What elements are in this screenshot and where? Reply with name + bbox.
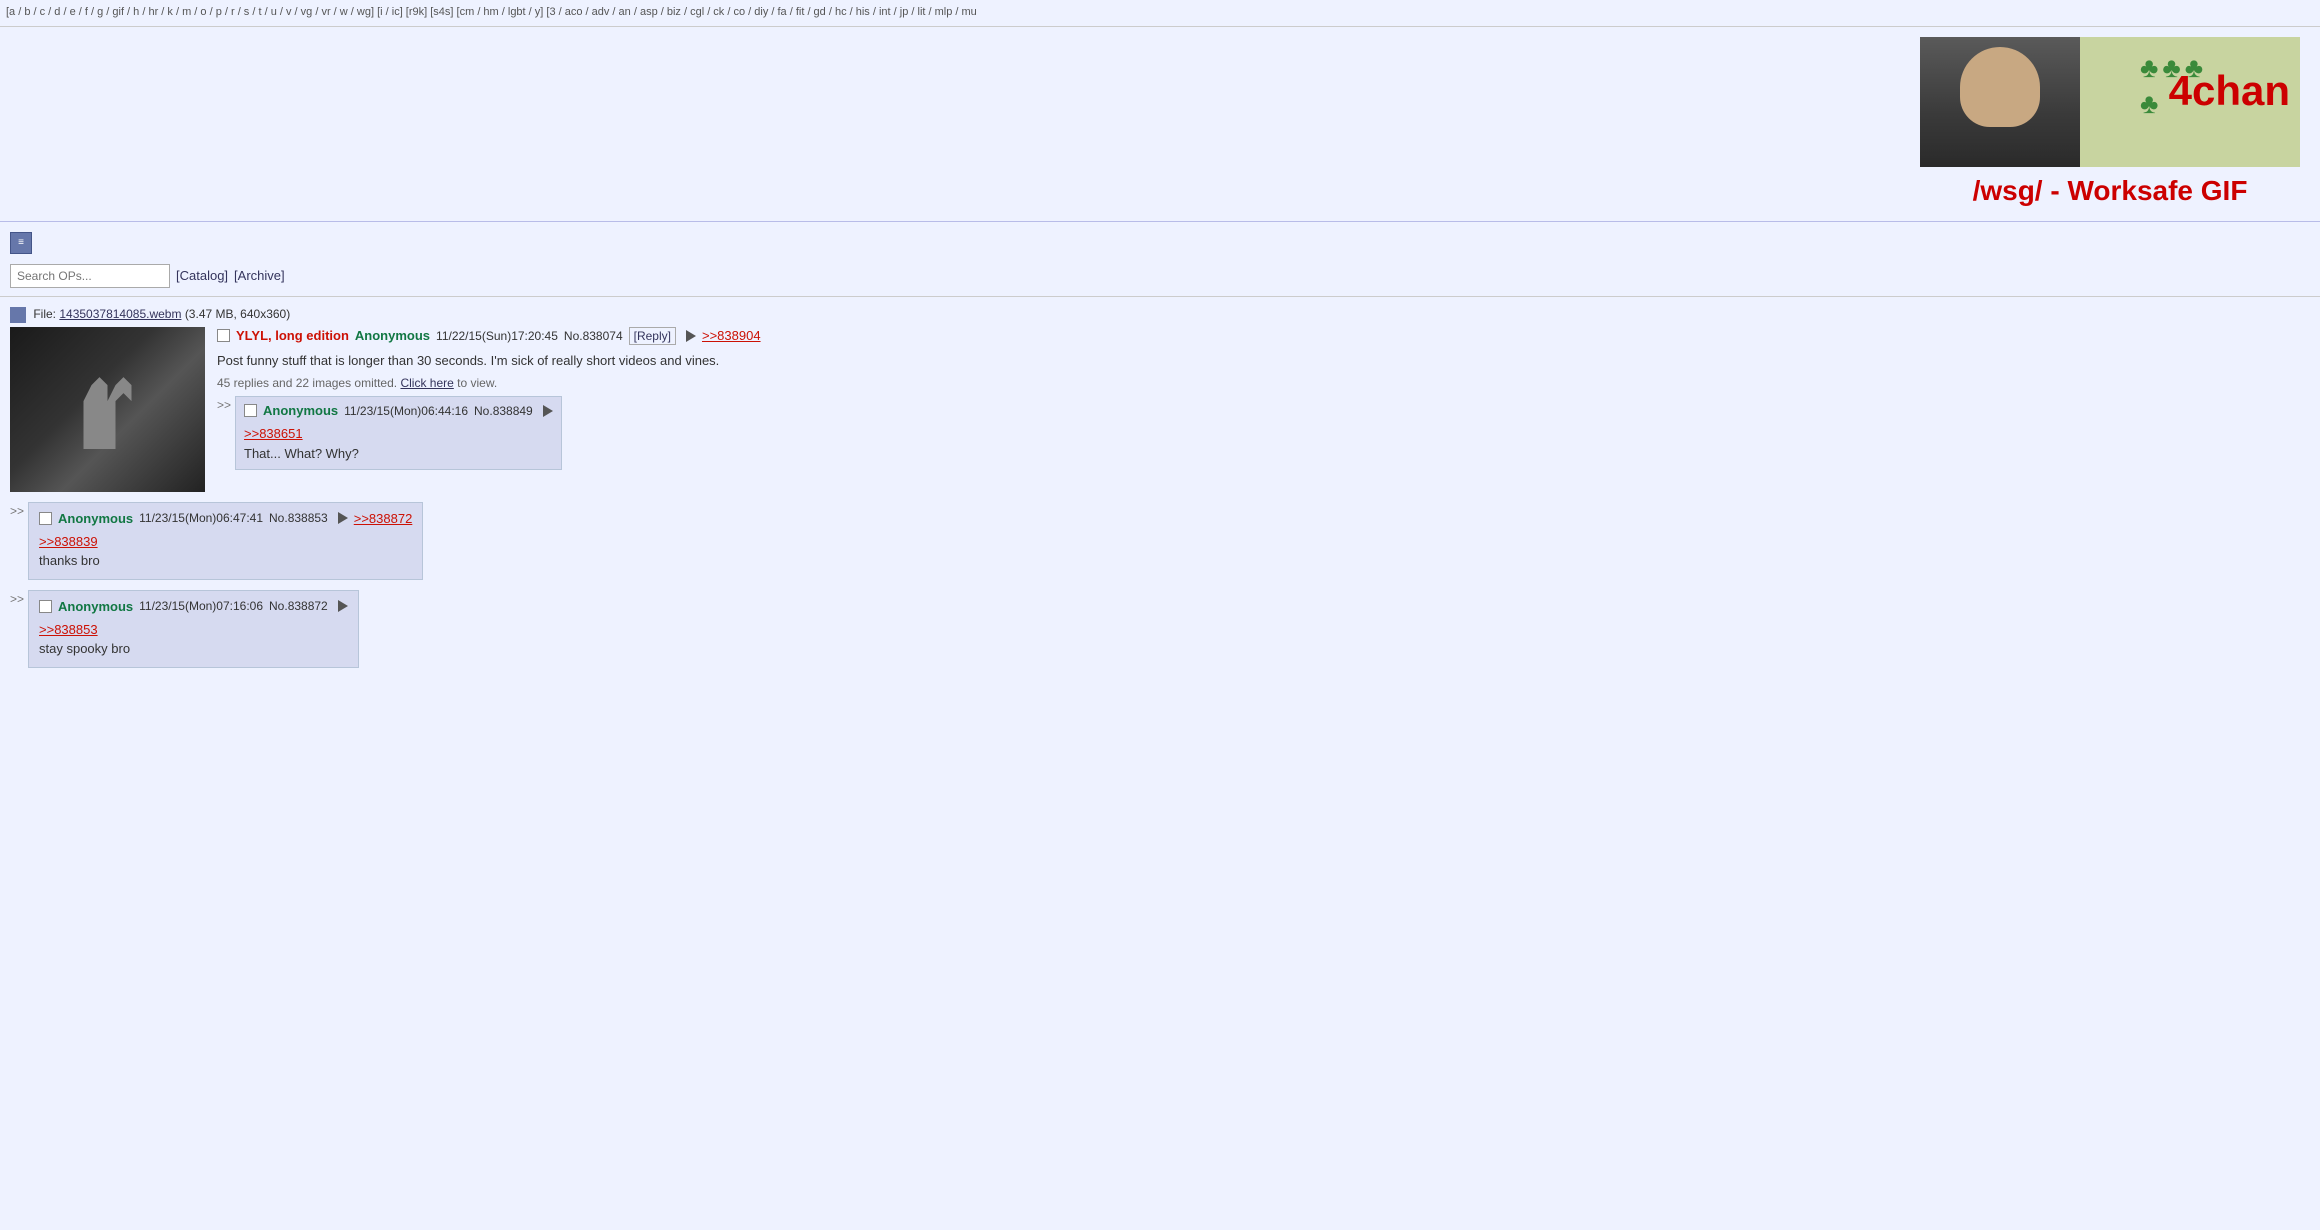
reply2-checkbox[interactable]	[39, 600, 52, 613]
inline-reply-play-button[interactable]	[543, 405, 553, 417]
reply2-post: Anonymous 11/23/15(Mon)07:16:06 No.83887…	[28, 590, 359, 668]
content-divider	[0, 296, 2320, 297]
logo-face-head	[1960, 47, 2040, 127]
hand-icon	[68, 369, 148, 449]
op-post-header: YLYL, long edition Anonymous 11/22/15(Su…	[217, 327, 2310, 345]
reply-arrows-icon: >>	[217, 396, 231, 412]
reply1-wrapper: >> Anonymous 11/23/15(Mon)06:47:41 No.83…	[10, 502, 2310, 580]
reply2-body: >>838853 stay spooky bro	[39, 620, 348, 659]
thread-container: File: 1435037814085.webm (3.47 MB, 640x3…	[0, 303, 2320, 682]
nav-boards-2: [i / ic] [r9k] [s4s] [cm / hm / lgbt / y…	[377, 6, 977, 18]
reply1-header: Anonymous 11/23/15(Mon)06:47:41 No.83885…	[39, 511, 412, 526]
op-name: Anonymous	[355, 328, 430, 343]
inline-reply-name: Anonymous	[263, 403, 338, 418]
chan-logo-text: 4chan	[2169, 67, 2290, 115]
omitted-count: 45 replies and 22 images omitted.	[217, 376, 397, 390]
file-meta: (3.47 MB, 640x360)	[185, 307, 290, 321]
search-row: [Catalog] [Archive]	[0, 260, 2320, 296]
reply1-name: Anonymous	[58, 511, 133, 526]
op-post: YLYL, long edition Anonymous 11/22/15(Su…	[10, 327, 2310, 492]
reply2-text: stay spooky bro	[39, 641, 130, 656]
top-navigation: [a / b / c / d / e / f / g / gif / h / h…	[0, 0, 2320, 27]
op-post-number: No.838074	[564, 329, 623, 343]
site-header: ♣ ♣ ♣ ♣ 4chan /wsg/ - Worksafe GIF	[0, 27, 2320, 217]
inline-reply-post: Anonymous 11/23/15(Mon)06:44:16 No.83884…	[235, 396, 562, 470]
file-link[interactable]: 1435037814085.webm	[59, 307, 181, 321]
reply1-quote-link[interactable]: >>838872	[354, 511, 413, 526]
reply1-post-number: No.838853	[269, 511, 328, 525]
clover-icon-1: ♣	[2140, 52, 2158, 84]
nav-boards-1: [a / b / c / d / e / f / g / gif / h / h…	[6, 6, 374, 18]
reply2-header: Anonymous 11/23/15(Mon)07:16:06 No.83887…	[39, 599, 348, 614]
reply2-play-button[interactable]	[338, 600, 348, 612]
reply1-checkbox[interactable]	[39, 512, 52, 525]
inline-reply-wrapper: >> Anonymous 11/23/15(Mon)06:44:16 No.83…	[217, 396, 2310, 470]
reply1-post: Anonymous 11/23/15(Mon)06:47:41 No.83885…	[28, 502, 423, 580]
op-time: 11/22/15(Sun)17:20:45	[436, 329, 558, 343]
settings-button[interactable]: ≡	[10, 232, 32, 254]
file-label: File:	[33, 307, 56, 321]
op-play-button[interactable]	[686, 330, 696, 342]
site-logo-image: ♣ ♣ ♣ ♣ 4chan	[1920, 37, 2300, 167]
reply2-quote[interactable]: >>838853	[39, 622, 98, 637]
logo-area: ♣ ♣ ♣ ♣ 4chan /wsg/ - Worksafe GIF	[1920, 37, 2300, 207]
omitted-text: 45 replies and 22 images omitted. Click …	[217, 376, 2310, 390]
inline-reply-body: >>838651 That... What? Why?	[244, 424, 553, 463]
clover-icon-4: ♣	[2140, 88, 2158, 120]
op-file-info: File: 1435037814085.webm (3.47 MB, 640x3…	[10, 307, 2310, 323]
reply2-wrapper: >> Anonymous 11/23/15(Mon)07:16:06 No.83…	[10, 590, 2310, 668]
op-post-body: Post funny stuff that is longer than 30 …	[217, 351, 2310, 371]
inline-reply-checkbox[interactable]	[244, 404, 257, 417]
to-view-text: to view.	[457, 376, 497, 390]
inline-reply-post-number: No.838849	[474, 404, 533, 418]
inline-reply-text: That... What? Why?	[244, 446, 359, 461]
op-reply-link[interactable]: [Reply]	[629, 327, 676, 345]
reply2-name: Anonymous	[58, 599, 133, 614]
op-subject: YLYL, long edition	[236, 328, 349, 343]
reply1-time: 11/23/15(Mon)06:47:41	[139, 511, 263, 525]
inline-reply-quote[interactable]: >>838651	[244, 426, 303, 441]
reply1-text: thanks bro	[39, 553, 100, 568]
reply2-time: 11/23/15(Mon)07:16:06	[139, 599, 263, 613]
op-quote-link[interactable]: >>838904	[702, 328, 761, 343]
inline-reply-header: Anonymous 11/23/15(Mon)06:44:16 No.83884…	[244, 403, 553, 418]
op-thumbnail[interactable]	[10, 327, 205, 492]
reply1-body: >>838839 thanks bro	[39, 532, 412, 571]
board-title: /wsg/ - Worksafe GIF	[1920, 175, 2300, 207]
click-here-link[interactable]: Click here	[400, 376, 453, 390]
reply1-quote[interactable]: >>838839	[39, 534, 98, 549]
reply1-play-button[interactable]	[338, 512, 348, 524]
op-checkbox[interactable]	[217, 329, 230, 342]
op-post-content: YLYL, long edition Anonymous 11/22/15(Su…	[217, 327, 2310, 492]
reply2-post-number: No.838872	[269, 599, 328, 613]
catalog-link[interactable]: [Catalog]	[176, 268, 228, 283]
inline-reply-time: 11/23/15(Mon)06:44:16	[344, 404, 468, 418]
file-icon	[10, 307, 26, 323]
header-divider	[0, 221, 2320, 222]
reply2-arrows-icon: >>	[10, 590, 24, 606]
reply1-arrows-icon: >>	[10, 502, 24, 518]
search-input[interactable]	[10, 264, 170, 288]
controls-bar: ≡	[0, 226, 2320, 260]
archive-link[interactable]: [Archive]	[234, 268, 285, 283]
thumbnail-image	[10, 327, 205, 492]
